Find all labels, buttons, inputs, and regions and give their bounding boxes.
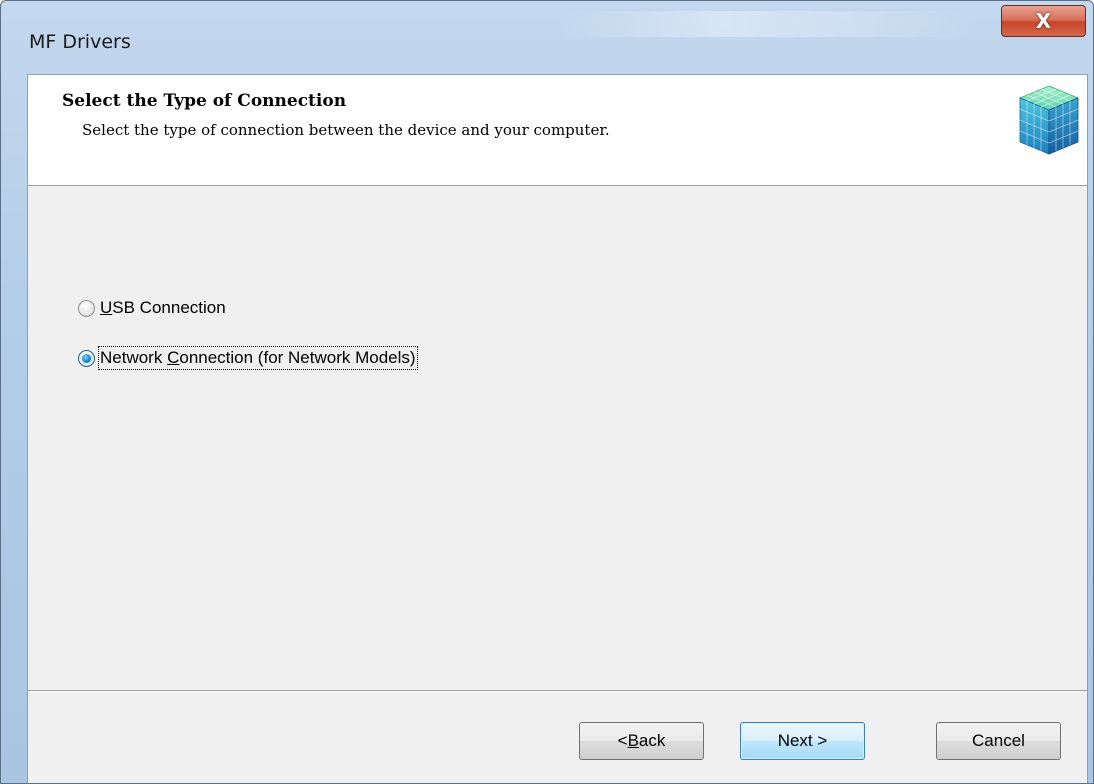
usb-connection-option[interactable]: USB Connection: [78, 293, 416, 323]
network-connection-label[interactable]: Network Connection (for Network Models): [98, 346, 418, 370]
wizard-header: Select the Type of Connection Select the…: [28, 75, 1087, 186]
network-connection-option[interactable]: Network Connection (for Network Models): [78, 343, 418, 373]
page-title: Select the Type of Connection: [62, 91, 347, 111]
usb-connection-radio[interactable]: [78, 299, 95, 317]
close-icon: X: [1035, 9, 1052, 33]
title-bar-ghost: [556, 11, 976, 37]
usb-connection-label[interactable]: USB Connection: [100, 298, 226, 318]
installer-window: MF Drivers X Select the Type of Connecti…: [0, 0, 1094, 784]
cube-blocks-icon: [1018, 85, 1080, 155]
close-button[interactable]: X: [1001, 5, 1086, 37]
page-subtitle: Select the type of connection between th…: [82, 121, 610, 139]
title-bar[interactable]: MF Drivers X: [1, 1, 1093, 79]
next-button[interactable]: Next >: [740, 722, 865, 760]
back-button[interactable]: < Back: [579, 722, 704, 760]
footer-divider: [28, 690, 1087, 692]
window-title: MF Drivers: [29, 31, 131, 53]
network-connection-radio[interactable]: [78, 349, 95, 367]
dialog-client-area: Select the Type of Connection Select the…: [27, 74, 1088, 783]
connection-type-group: USB Connection Network Connection (for N…: [78, 293, 418, 393]
cancel-button[interactable]: Cancel: [936, 722, 1061, 760]
